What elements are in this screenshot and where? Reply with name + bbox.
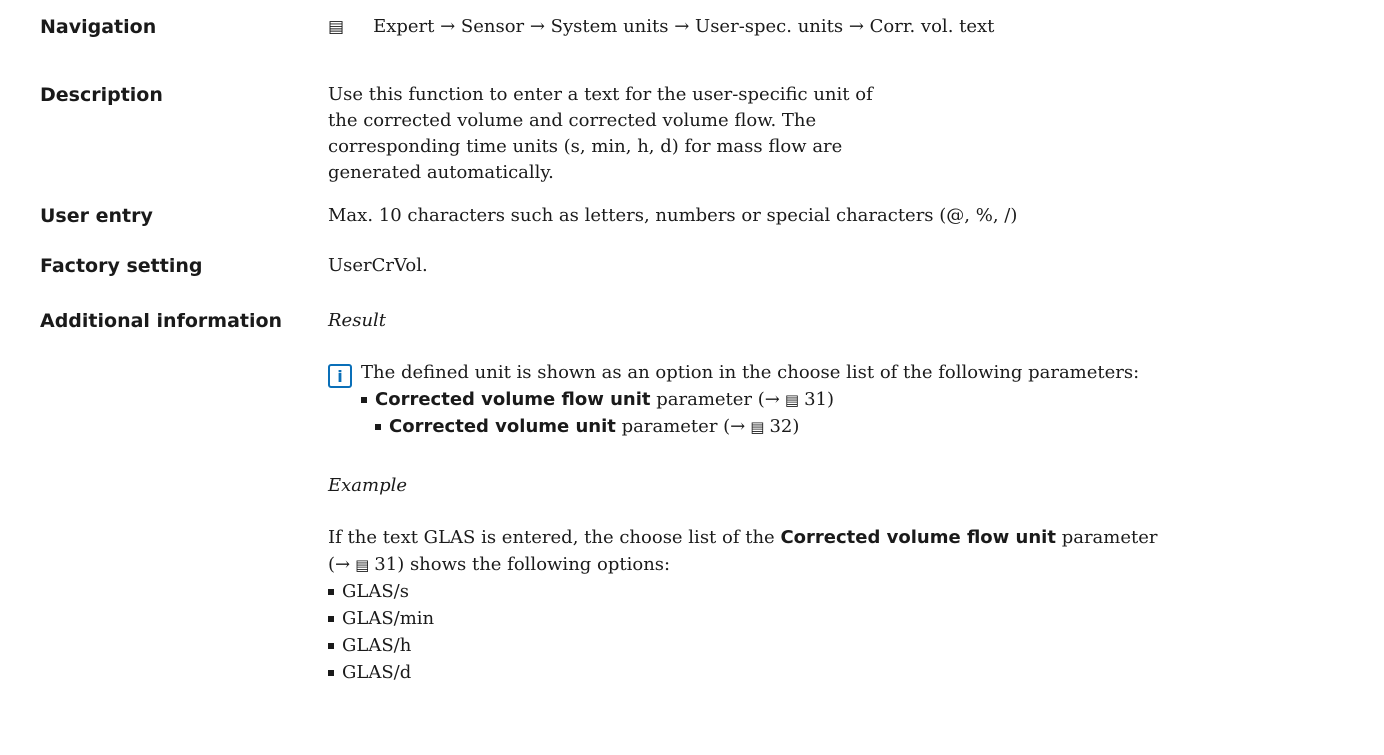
option-text: GLAS/h xyxy=(342,635,412,656)
param-name: Corrected volume flow unit xyxy=(375,389,651,410)
option-text: GLAS/min xyxy=(342,608,435,629)
example-pre: If the text GLAS is entered, the choose … xyxy=(328,527,775,548)
list-item: GLAS/s xyxy=(328,579,409,605)
param-page: 32) xyxy=(769,416,800,437)
description-label: Description xyxy=(40,84,163,106)
result-heading: Result xyxy=(328,310,387,331)
param-item: Corrected volume flow unit parameter (→ ▤… xyxy=(361,387,834,413)
page-ref-icon: ▤ xyxy=(355,556,370,574)
bullet-icon xyxy=(375,424,381,430)
bullet-icon xyxy=(328,616,334,622)
info-icon: i xyxy=(328,364,352,388)
bullet-icon xyxy=(328,589,334,595)
user-entry-label: User entry xyxy=(40,205,153,227)
additional-info-label: Additional information xyxy=(40,310,283,332)
navigation-path: Expert → Sensor → System units → User-sp… xyxy=(373,16,995,37)
option-text: GLAS/s xyxy=(342,581,409,602)
info-text: The defined unit is shown as an option i… xyxy=(361,362,1140,383)
menu-book-icon: ▤ xyxy=(328,17,345,37)
param-item: Corrected volume unit parameter (→ ▤ 32) xyxy=(375,414,799,440)
param-page: 31) xyxy=(804,389,834,410)
factory-setting-label: Factory setting xyxy=(40,255,203,277)
param-suffix: parameter (→ xyxy=(621,416,746,437)
navigation-label: Navigation xyxy=(40,16,157,38)
page-ref-icon: ▤ xyxy=(784,391,800,409)
option-text: GLAS/d xyxy=(342,662,412,683)
page-ref-icon: ▤ xyxy=(750,418,765,436)
example-line2-pre: (→ xyxy=(328,554,351,575)
navigation-value: ▤ Expert → Sensor → System units → User-s… xyxy=(328,14,994,40)
example-post: parameter xyxy=(1061,527,1158,548)
example-heading: Example xyxy=(328,475,408,496)
list-item: GLAS/d xyxy=(328,660,411,686)
example-line-1: If the text GLAS is entered, the choose … xyxy=(328,525,1158,551)
param-suffix: parameter (→ xyxy=(656,389,780,410)
user-entry-text: Max. 10 characters such as letters, numb… xyxy=(328,205,1018,226)
bullet-icon xyxy=(328,670,334,676)
factory-setting-value: UserCrVol. xyxy=(328,255,428,276)
param-name: Corrected volume unit xyxy=(389,416,616,437)
example-line-2: (→ ▤ 31) shows the following options: xyxy=(328,552,670,578)
list-item: GLAS/min xyxy=(328,606,434,632)
example-param: Corrected volume flow unit xyxy=(780,527,1056,548)
example-line2-page: 31) shows the following options: xyxy=(374,554,671,575)
bullet-icon xyxy=(361,397,367,403)
list-item: GLAS/h xyxy=(328,633,411,659)
bullet-icon xyxy=(328,643,334,649)
description-text: Use this function to enter a text for th… xyxy=(328,84,873,183)
